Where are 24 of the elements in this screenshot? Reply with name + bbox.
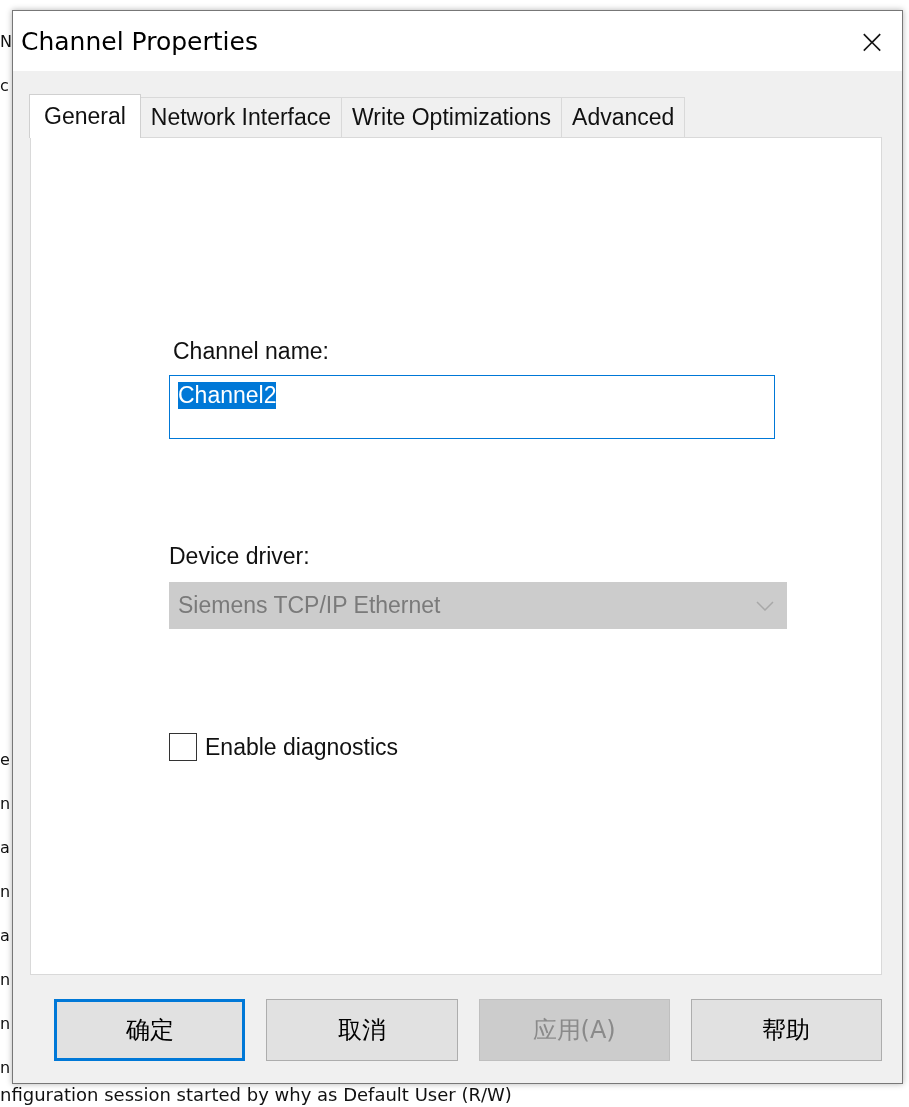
background-text: a <box>0 837 11 859</box>
background-text: N <box>0 31 12 53</box>
tab[interactable]: Advanced <box>561 97 686 137</box>
dialog-button[interactable]: 确定 <box>54 999 246 1061</box>
close-button[interactable]: × <box>842 11 902 71</box>
window-title: Channel Properties <box>21 26 258 56</box>
log-line: nfiguration session started by why as Default User (R/W) <box>0 1084 512 1106</box>
background-text: n <box>0 1057 12 1079</box>
background-text: e <box>0 749 11 771</box>
field-label: Channel name: <box>173 338 330 365</box>
background-text: c <box>0 75 10 97</box>
background-text: n <box>0 969 12 991</box>
channel-name-field[interactable]: Channel2 <box>169 375 775 439</box>
background-text: a <box>0 925 11 947</box>
checkbox[interactable] <box>169 733 197 761</box>
background-text: n <box>0 881 12 903</box>
chevron-icon <box>756 600 774 611</box>
dialog-button[interactable]: 帮助 <box>690 999 882 1061</box>
tab[interactable]: General <box>29 94 141 138</box>
checkbox-label: Enable diagnostics <box>205 733 399 761</box>
field-label: Device driver: <box>169 543 311 570</box>
background-text: n <box>0 1013 12 1035</box>
dialog-button[interactable]: 取消 <box>266 999 458 1061</box>
background-text: n <box>0 793 12 815</box>
